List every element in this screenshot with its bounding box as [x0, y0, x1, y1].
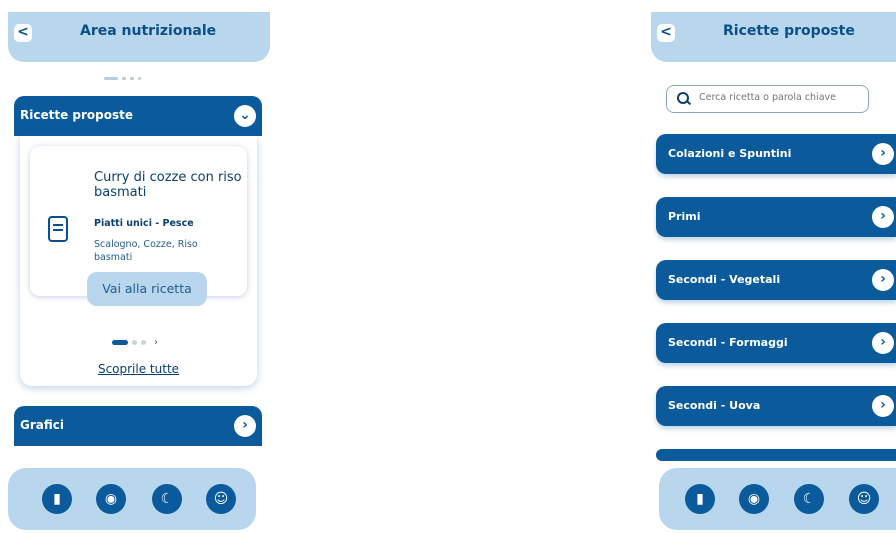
collapse-chevron-icon[interactable]: ⌄: [234, 105, 256, 127]
category-label: Colazioni e Spuntini: [668, 147, 792, 160]
face-icon[interactable]: ☺: [849, 484, 879, 514]
next-arrow-icon[interactable]: ›: [154, 337, 158, 348]
face-icon[interactable]: ☺: [206, 484, 236, 514]
door-icon[interactable]: ▮: [685, 484, 715, 514]
grafici-section-header[interactable]: Grafici ›: [14, 406, 262, 446]
category-row[interactable]: Secondi - Uova ›: [656, 386, 896, 426]
recipe-document-icon: [48, 216, 68, 242]
chevron-right-icon[interactable]: ›: [872, 143, 894, 165]
category-label: Secondi - Vegetali: [668, 273, 781, 286]
ricette-section-header[interactable]: Ricette proposte ⌄: [14, 96, 262, 136]
category-row[interactable]: Primi ›: [656, 197, 896, 237]
page-title: Ricette proposte: [723, 23, 855, 39]
recipe-category: Piatti unici - Pesce: [94, 218, 194, 229]
chevron-right-icon[interactable]: ›: [234, 415, 256, 437]
recipe-ingredients: Scalogno, Cozze, Riso basmati: [94, 239, 198, 263]
section-title: Ricette proposte: [20, 108, 133, 122]
recipe-title: Curry di cozze con riso basmati: [94, 170, 242, 200]
category-row[interactable]: Colazioni e Spuntini ›: [656, 134, 896, 174]
category-label: Secondi - Uova: [668, 399, 761, 412]
indicator-dot: [138, 77, 141, 80]
open-recipe-button[interactable]: Vai alla ricetta: [87, 272, 207, 306]
page-dot[interactable]: [141, 340, 146, 345]
back-button[interactable]: <: [657, 24, 675, 42]
section-title: Grafici: [20, 418, 64, 432]
search-box[interactable]: [666, 85, 869, 113]
indicator-dot: [122, 77, 126, 80]
back-button[interactable]: <: [14, 24, 32, 42]
chevron-right-icon[interactable]: ›: [872, 269, 894, 291]
chevron-right-icon[interactable]: ›: [872, 395, 894, 417]
target-icon[interactable]: ◉: [739, 484, 769, 514]
door-icon[interactable]: ▮: [42, 484, 72, 514]
bottom-nav: ▮ ◉ ☾ ☺: [659, 468, 896, 530]
nutrition-area-screen: < Area nutrizionale Ricette proposte ⌄ C…: [8, 0, 270, 533]
category-label: Primi: [668, 210, 701, 223]
category-row[interactable]: Secondi - Vegetali ›: [656, 260, 896, 300]
category-row[interactable]: Secondi - Formaggi ›: [656, 323, 896, 363]
category-row-partial[interactable]: [656, 449, 896, 461]
page-title: Area nutrizionale: [80, 23, 217, 39]
search-icon: [677, 92, 689, 104]
page-dot-active[interactable]: [112, 340, 128, 345]
recipe-card[interactable]: Curry di cozze con riso basmati Piatti u…: [30, 146, 247, 306]
indicator-dot: [130, 77, 134, 80]
header-bar: < Ricette proposte: [651, 12, 896, 62]
indicator-dot-active: [104, 77, 118, 80]
ricette-panel: Curry di cozze con riso basmati Piatti u…: [20, 136, 257, 386]
recipe-carousel-pagination: ›: [112, 332, 162, 351]
header-bar: < Area nutrizionale: [8, 12, 270, 62]
moon-icon[interactable]: ☾: [152, 484, 182, 514]
chevron-right-icon[interactable]: ›: [872, 332, 894, 354]
moon-icon[interactable]: ☾: [794, 484, 824, 514]
see-all-link[interactable]: Scoprile tutte: [20, 362, 257, 376]
page-dot[interactable]: [132, 340, 137, 345]
category-label: Secondi - Formaggi: [668, 336, 788, 349]
chevron-right-icon[interactable]: ›: [872, 206, 894, 228]
search-input[interactable]: [697, 91, 861, 104]
bottom-nav: ▮ ◉ ☾ ☺: [8, 468, 256, 530]
top-carousel-indicator: [104, 68, 145, 87]
proposed-recipes-screen: < Ricette proposte Colazioni e Spuntini …: [651, 0, 896, 533]
target-icon[interactable]: ◉: [96, 484, 126, 514]
